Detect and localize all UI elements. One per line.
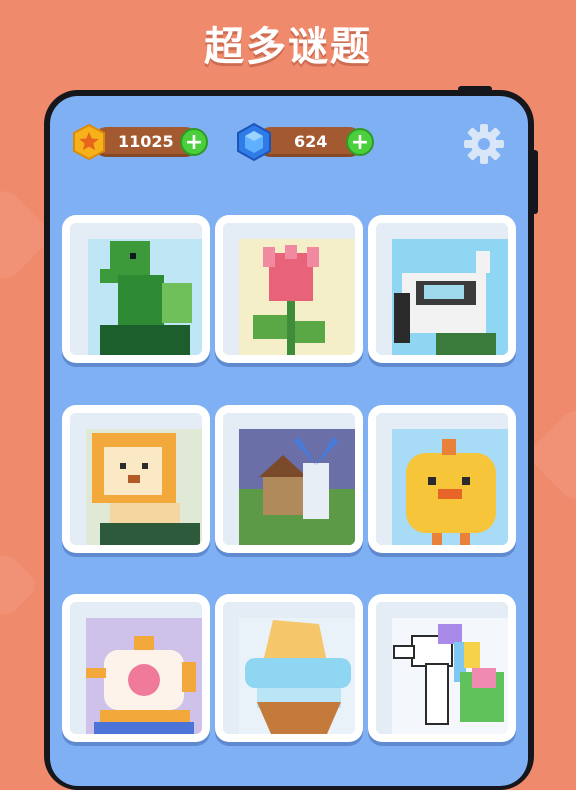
puzzle-thumbnail (376, 602, 508, 734)
blue-gem-icon (237, 122, 271, 162)
background-decoration (0, 549, 41, 621)
puzzle-card-lion[interactable] (62, 405, 210, 553)
puzzle-card-chick[interactable] (368, 405, 516, 553)
puzzle-thumbnail (376, 413, 508, 545)
gem-value: 624 (294, 132, 328, 151)
coin-value: 11025 (118, 132, 174, 151)
add-coins-button[interactable]: + (180, 128, 208, 156)
teapot-pixel-art (70, 602, 202, 734)
dinosaur-pixel-art (70, 223, 202, 355)
puzzle-card-tulip[interactable] (215, 215, 363, 363)
puzzle-card-astronaut[interactable] (368, 215, 516, 363)
tulip-pixel-art (223, 223, 355, 355)
puzzle-thumbnail (223, 602, 355, 734)
puzzle-card-teapot[interactable] (62, 594, 210, 742)
puzzle-card-cupcake[interactable] (215, 594, 363, 742)
lion-pixel-art (70, 413, 202, 545)
puzzle-thumbnail (223, 223, 355, 355)
puzzle-thumbnail (376, 223, 508, 355)
cupcake-pixel-art (223, 602, 355, 734)
puzzle-thumbnail (70, 602, 202, 734)
chick-pixel-art (376, 413, 508, 545)
star-badge-icon (73, 123, 105, 161)
puzzle-thumbnail (70, 413, 202, 545)
unicorn-pixel-art (376, 602, 508, 734)
astronaut-pixel-art (376, 223, 508, 355)
add-gems-button[interactable]: + (346, 128, 374, 156)
puzzle-thumbnail (223, 413, 355, 545)
gear-icon[interactable] (462, 122, 506, 166)
puzzle-thumbnail (70, 223, 202, 355)
headline: 超多谜题 (204, 24, 372, 70)
puzzle-card-unicorn[interactable] (368, 594, 516, 742)
puzzle-card-windmill[interactable] (215, 405, 363, 553)
app-screen: 11025 + 624 + (50, 96, 528, 786)
puzzle-card-dinosaur[interactable] (62, 215, 210, 363)
windmill-pixel-art (223, 413, 355, 545)
